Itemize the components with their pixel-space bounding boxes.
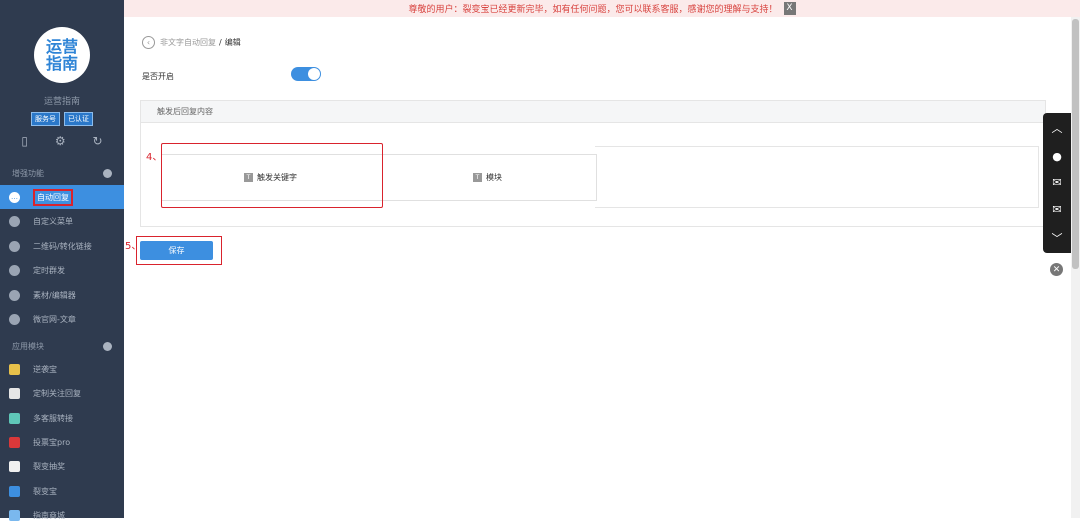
breadcrumb-current: 编辑 — [224, 38, 241, 47]
main-content: ‹ 非文字自动回复 / 编辑 是否开启 触发后回复内容 T 触发关键字 T 模块 — [124, 17, 1070, 518]
breadcrumb-parent[interactable]: 非文字自动回复 — [160, 37, 216, 48]
sidebar: 运营 指南 运营指南 服务号 已认证 ▯ ⚙ ↻ 增强功能 … 自动回复 自定义… — [0, 0, 124, 521]
verified-badge: 已认证 — [64, 112, 93, 126]
clock-icon — [9, 264, 20, 276]
collapse-icon[interactable] — [103, 168, 112, 178]
account-name: 运营指南 — [43, 97, 80, 107]
app-icon — [9, 363, 20, 375]
back-icon[interactable]: ‹ — [142, 36, 155, 49]
menu-icon — [9, 215, 20, 227]
qrcode-icon — [9, 240, 20, 252]
refresh-icon[interactable]: ↻ — [92, 134, 102, 148]
save-button[interactable]: 保存 — [140, 241, 213, 260]
sidebar-item-micro-site[interactable]: 微官网-文章 — [0, 307, 124, 331]
sidebar-app-liebianbao[interactable]: 裂变宝 — [0, 479, 124, 503]
sidebar-app-nixibao[interactable]: 逆袭宝 — [0, 357, 124, 381]
sidebar-app-mall[interactable]: 指南商城 — [0, 503, 124, 527]
floating-contact-bar: ︿ ● ✉ ✉ ﹀ — [1043, 113, 1071, 253]
qq-icon[interactable]: ● — [1052, 150, 1062, 163]
home-icon — [9, 313, 20, 325]
collapse-icon[interactable] — [103, 341, 112, 351]
gear-icon[interactable]: ⚙ — [55, 134, 66, 148]
enable-label: 是否开启 — [142, 72, 174, 81]
section-apps[interactable]: 应用模块 — [0, 337, 124, 355]
chevron-up-icon[interactable]: ︿ — [1052, 120, 1063, 136]
sidebar-item-scheduled-send[interactable]: 定时群发 — [0, 258, 124, 282]
close-float-icon[interactable]: ✕ — [1050, 263, 1063, 276]
section-features[interactable]: 增强功能 — [0, 164, 124, 182]
wechat-moments-icon[interactable]: ✉ — [1052, 203, 1061, 216]
pencil-icon — [9, 289, 20, 301]
chevron-down-icon[interactable]: ﹀ — [1052, 230, 1063, 246]
sidebar-item-qrcode[interactable]: 二维码/转化链接 — [0, 234, 124, 258]
logo: 运营 指南 — [34, 27, 90, 83]
app-icon — [9, 436, 20, 448]
scrollbar-thumb[interactable] — [1072, 19, 1079, 269]
sidebar-icons: ▯ ⚙ ↻ — [0, 134, 124, 148]
panel-right-area — [595, 146, 1039, 208]
mobile-icon[interactable]: ▯ — [21, 134, 28, 148]
sidebar-app-multi-service[interactable]: 多客服转接 — [0, 406, 124, 430]
chat-icon: … — [9, 191, 20, 203]
breadcrumb: ‹ 非文字自动回复 / 编辑 — [142, 36, 241, 49]
sidebar-app-lottery[interactable]: 裂变抽奖 — [0, 454, 124, 478]
text-icon: T — [473, 173, 482, 182]
account-badges: 服务号 已认证 — [0, 112, 124, 126]
app-icon — [9, 509, 20, 521]
wechat-icon[interactable]: ✉ — [1052, 176, 1061, 189]
service-badge: 服务号 — [31, 112, 60, 126]
sidebar-item-auto-reply[interactable]: … 自动回复 — [0, 185, 124, 209]
app-icon — [9, 387, 20, 399]
app-icon — [9, 460, 20, 472]
sidebar-app-follow-reply[interactable]: 定制关注回复 — [0, 381, 124, 405]
tab-module[interactable]: T 模块 — [379, 155, 596, 200]
app-icon — [9, 412, 20, 424]
highlight-keyword-tab — [161, 143, 383, 208]
app-icon — [9, 485, 20, 497]
notice-bar: 尊敬的用户：裂变宝已经更新完毕，如有任何问题，您可以联系客服，感谢您的理解与支持… — [124, 0, 1080, 17]
close-notice-button[interactable]: X — [783, 2, 796, 15]
enable-toggle[interactable] — [291, 67, 321, 81]
sidebar-item-custom-menu[interactable]: 自定义菜单 — [0, 209, 124, 233]
step-4-annotation: 4、 — [146, 152, 163, 163]
sidebar-item-material-editor[interactable]: 素材/编辑器 — [0, 283, 124, 307]
toggle-knob — [308, 68, 320, 80]
sidebar-app-vote-pro[interactable]: 投票宝pro — [0, 430, 124, 454]
scrollbar[interactable] — [1071, 17, 1080, 518]
panel-title: 触发后回复内容 — [141, 101, 1045, 123]
